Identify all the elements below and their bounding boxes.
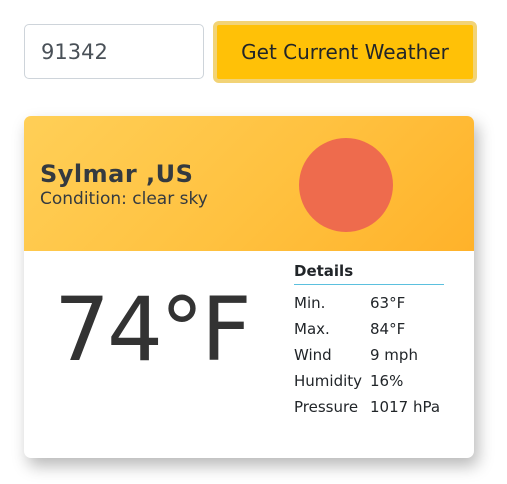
city-name: Sylmar ,US <box>40 160 194 188</box>
weather-card: Sylmar ,US Condition: clear sky 74°F Det… <box>24 116 474 458</box>
detail-label: Max. <box>294 320 330 338</box>
weather-card-header: Sylmar ,US Condition: clear sky <box>24 116 474 251</box>
condition-label: Condition: <box>40 189 127 209</box>
detail-label: Min. <box>294 294 326 312</box>
condition-line: Condition: clear sky <box>40 189 208 209</box>
detail-label: Humidity <box>294 372 363 390</box>
detail-label: Pressure <box>294 398 359 416</box>
detail-row-max: Max. 84°F <box>294 320 405 338</box>
condition-value: clear sky <box>132 189 208 209</box>
details-title: Details <box>294 262 444 285</box>
detail-value: 84°F <box>370 320 406 338</box>
detail-row-min: Min. 63°F <box>294 294 405 312</box>
detail-value: 9 mph <box>370 346 418 364</box>
sun-icon <box>299 138 393 232</box>
detail-row-humidity: Humidity 16% <box>294 372 403 390</box>
detail-row-pressure: Pressure 1017 hPa <box>294 398 440 416</box>
detail-value: 1017 hPa <box>370 398 441 416</box>
detail-value: 16% <box>370 372 404 390</box>
zip-code-input[interactable] <box>24 24 204 79</box>
detail-row-wind: Wind 9 mph <box>294 346 418 364</box>
detail-value: 63°F <box>370 294 406 312</box>
current-temperature: 74°F <box>54 278 252 381</box>
get-current-weather-button[interactable]: Get Current Weather <box>213 21 477 83</box>
detail-label: Wind <box>294 346 332 364</box>
